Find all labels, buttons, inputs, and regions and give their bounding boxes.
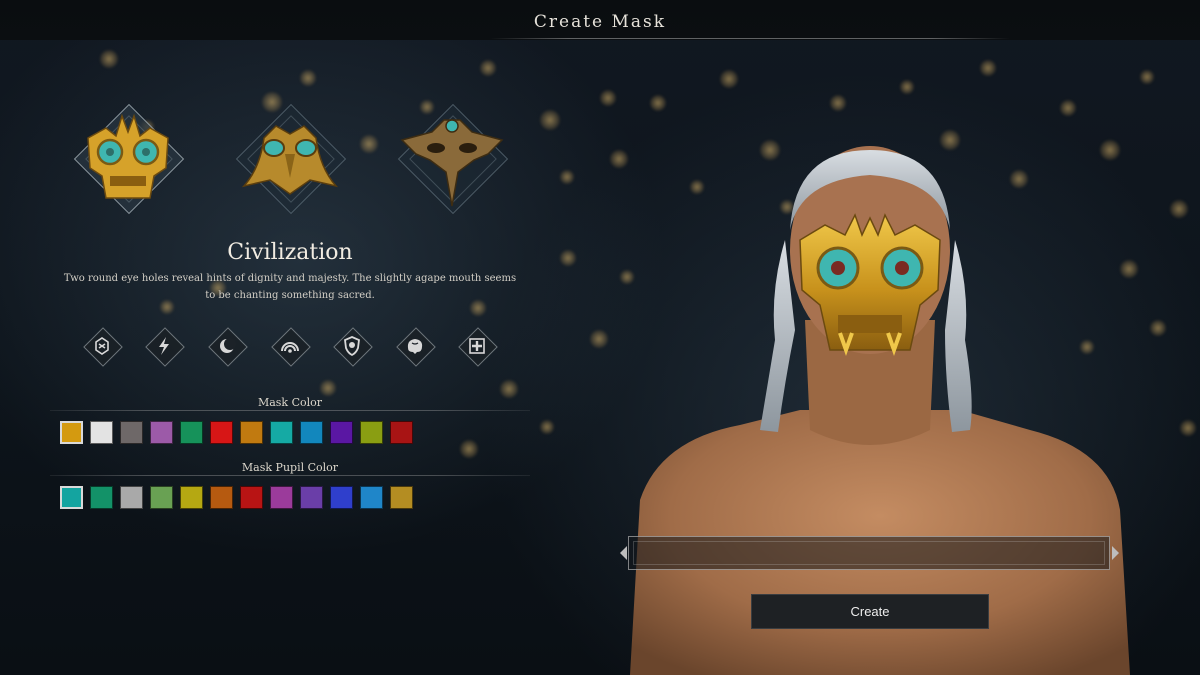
mask-name-input[interactable] — [628, 536, 1110, 570]
attribute-icon-5[interactable] — [332, 326, 373, 367]
shield-icon — [344, 336, 360, 357]
mask-color-swatch[interactable] — [270, 421, 293, 444]
lightning-icon — [159, 337, 169, 355]
pupil-color-swatch[interactable] — [330, 486, 353, 509]
next-arrow-icon[interactable] — [1112, 546, 1119, 560]
input-inner-frame — [633, 541, 1105, 565]
mask-color-swatch[interactable] — [180, 421, 203, 444]
brain-icon — [407, 339, 423, 354]
previous-arrow-icon[interactable] — [620, 546, 627, 560]
attribute-icon-1[interactable] — [82, 326, 123, 367]
mask-color-swatch[interactable] — [210, 421, 233, 444]
knot-icon — [95, 337, 109, 355]
turquoise-bird-mask-icon — [241, 125, 339, 195]
create-button[interactable]: Create — [751, 594, 989, 629]
bronze-horned-mask-icon — [400, 119, 504, 207]
mask-color-swatch[interactable] — [360, 421, 383, 444]
mask-option-3[interactable] — [392, 98, 512, 218]
mask-color-divider — [50, 410, 530, 411]
attribute-icon-2[interactable] — [144, 326, 185, 367]
mask-option-2[interactable] — [230, 98, 350, 218]
attribute-icon-3[interactable] — [207, 326, 248, 367]
mask-color-swatch[interactable] — [150, 421, 173, 444]
moon-icon — [220, 338, 236, 353]
mask-color-swatch[interactable] — [240, 421, 263, 444]
title-underline — [490, 38, 1010, 39]
pupil-color-swatch[interactable] — [270, 486, 293, 509]
mask-color-swatch[interactable] — [90, 421, 113, 444]
page-title: Create Mask — [533, 12, 667, 32]
pupil-color-swatch[interactable] — [60, 486, 83, 509]
golden-turquoise-eye-mask-icon — [87, 113, 169, 199]
mask-name: Civilization — [227, 240, 353, 265]
attribute-icon-4[interactable] — [270, 326, 311, 367]
pupil-color-swatch[interactable] — [180, 486, 203, 509]
pupil-color-swatch[interactable] — [300, 486, 323, 509]
pupil-color-swatch[interactable] — [150, 486, 173, 509]
attribute-icon-6[interactable] — [395, 326, 436, 367]
mask-option-civilization[interactable] — [68, 98, 188, 218]
mask-color-label: Mask Color — [257, 396, 323, 409]
pupil-color-swatch[interactable] — [390, 486, 413, 509]
pupil-color-divider — [50, 475, 530, 476]
mask-color-swatch[interactable] — [60, 421, 83, 444]
attribute-icon-7[interactable] — [457, 326, 498, 367]
mask-description: Two round eye holes reveal hints of dign… — [63, 273, 517, 301]
pupil-color-swatch[interactable] — [210, 486, 233, 509]
mask-color-swatch[interactable] — [300, 421, 323, 444]
medical-cross-icon — [469, 338, 485, 354]
pupil-color-swatch[interactable] — [240, 486, 263, 509]
mask-color-swatch[interactable] — [330, 421, 353, 444]
pupil-color-swatch[interactable] — [90, 486, 113, 509]
pupil-color-swatch[interactable] — [120, 486, 143, 509]
mask-color-swatch[interactable] — [390, 421, 413, 444]
pupil-color-swatch[interactable] — [360, 486, 383, 509]
pupil-color-label: Mask Pupil Color — [241, 461, 339, 474]
mask-color-swatch[interactable] — [120, 421, 143, 444]
rainbow-arc-icon — [281, 342, 299, 353]
